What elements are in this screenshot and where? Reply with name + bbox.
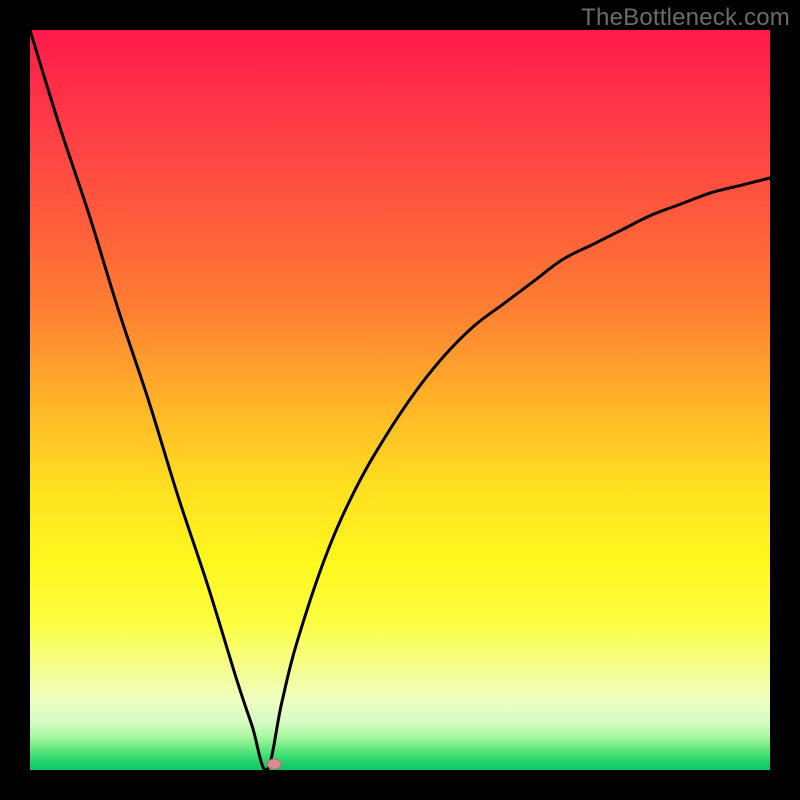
plot-area bbox=[30, 30, 770, 770]
plot-svg bbox=[30, 30, 770, 770]
optimum-marker bbox=[267, 759, 281, 769]
gradient-background bbox=[30, 30, 770, 770]
watermark-text: TheBottleneck.com bbox=[581, 4, 790, 32]
chart-canvas: TheBottleneck.com bbox=[0, 0, 800, 800]
